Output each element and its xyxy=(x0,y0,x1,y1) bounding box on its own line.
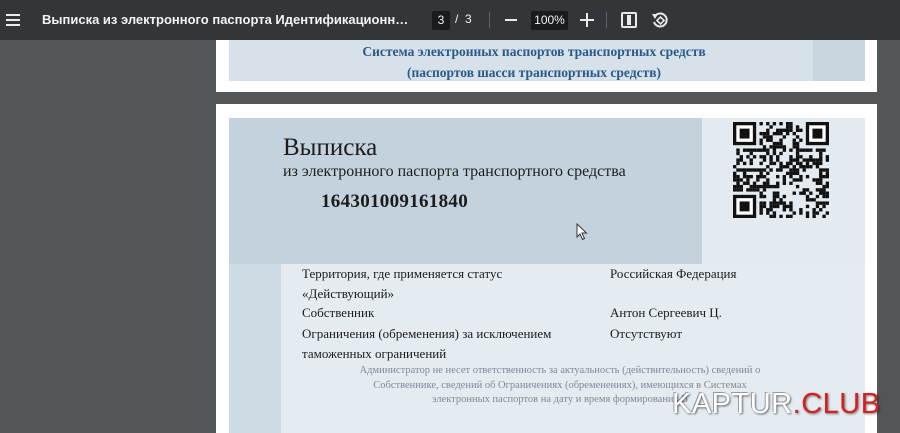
zoom-in-icon[interactable] xyxy=(580,13,594,27)
zoom-out-icon[interactable] xyxy=(505,19,517,21)
document-title: Выписка из электронного паспорта Идентиф… xyxy=(42,12,414,27)
owner-value: Антон Сергеевич Ц. xyxy=(610,305,722,320)
restrictions-label-line2: таможенных ограничений xyxy=(302,346,447,361)
restrictions-value: Отсутствуют xyxy=(610,326,683,341)
pdf-page-2: Система электронных паспортов транспортн… xyxy=(216,40,877,92)
qr-code-icon xyxy=(733,122,829,218)
menu-icon[interactable] xyxy=(6,10,22,30)
passport-number: 164301009161840 xyxy=(321,191,468,212)
territory-label-line1: Территория, где применяется статус xyxy=(302,266,503,281)
disclaimer-line1: Администратор не несет ответственность з… xyxy=(359,365,761,376)
page-footer-band: Система электронных паспортов транспортн… xyxy=(229,40,865,81)
toolbar-divider xyxy=(489,12,490,28)
pdf-toolbar: Выписка из электронного паспорта Идентиф… xyxy=(0,0,900,40)
fit-to-page-icon[interactable] xyxy=(621,12,637,28)
watermark-part2: .CLUB xyxy=(792,388,881,420)
system-name-line1: Система электронных паспортов транспортн… xyxy=(362,44,706,59)
territory-label: Территория, где применяется статус «Дейс… xyxy=(302,264,502,304)
watermark-logo: KAPTUR.CLUB xyxy=(672,388,881,421)
page-separator: / xyxy=(455,12,459,26)
pdf-page-3: Выписка из электронного паспорта транспо… xyxy=(216,104,877,433)
owner-label: Собственник xyxy=(302,305,375,320)
extract-title: Выписка xyxy=(283,134,378,161)
current-page-input[interactable]: 3 xyxy=(432,11,450,30)
rotate-icon[interactable] xyxy=(651,11,669,29)
territory-label-line2: «Действующий» xyxy=(302,286,395,301)
restrictions-label: Ограничения (обременения) за исключением… xyxy=(302,324,551,364)
watermark-part1: KAPTUR xyxy=(672,388,793,420)
document-body: Выписка из электронного паспорта транспо… xyxy=(229,118,865,433)
toolbar-divider xyxy=(606,12,607,28)
system-name-line2: (паспортов шасси транспортных средств) xyxy=(406,65,661,80)
left-strip xyxy=(229,264,281,433)
mouse-cursor-icon xyxy=(576,223,588,241)
zoom-level-input[interactable]: 100% xyxy=(531,11,568,30)
extract-subtitle: из электронного паспорта транспортного с… xyxy=(283,163,626,180)
territory-value: Российская Федерация xyxy=(610,266,737,281)
restrictions-label-line1: Ограничения (обременения) за исключением xyxy=(302,326,552,341)
total-pages: 3 xyxy=(465,12,472,26)
